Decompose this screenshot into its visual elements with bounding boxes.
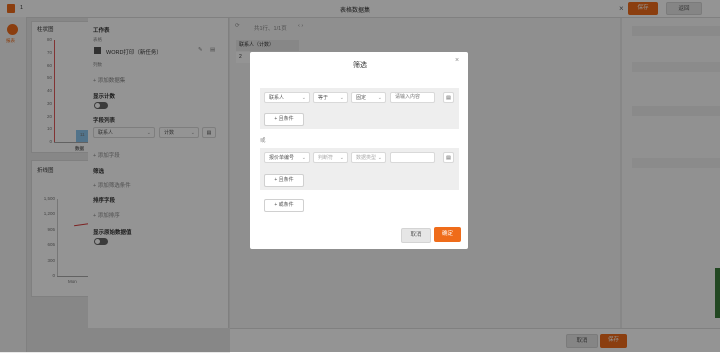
group2-op-select[interactable]: 判断符 ⌄	[313, 152, 348, 163]
group1-field-select[interactable]: 联系人 ⌄	[264, 92, 310, 103]
modal-title: 筛选	[353, 62, 367, 69]
group1-type-select[interactable]: 固定 ⌄	[351, 92, 386, 103]
group1-field-value: 联系人	[269, 95, 285, 101]
add-or-group-button[interactable]: + 或条件	[264, 199, 304, 212]
chevron-down-icon: ⌄	[339, 95, 344, 101]
group2-op-value: 判断符	[318, 155, 334, 161]
group1-add-condition-label: 且条件	[278, 116, 294, 122]
chevron-down-icon: ⌄	[301, 155, 306, 161]
modal-confirm-button[interactable]: 确定	[434, 227, 461, 242]
group1-op-select[interactable]: 等于 ⌄	[313, 92, 348, 103]
add-or-group-label: 或条件	[278, 202, 294, 208]
modal-close-icon[interactable]: ×	[455, 57, 459, 64]
group2-delete-button[interactable]: ▤	[443, 152, 454, 163]
group2-field-value: 报价单编号	[269, 155, 295, 161]
chevron-down-icon: ⌄	[339, 155, 344, 161]
or-label: 或	[260, 138, 266, 144]
group2-add-condition-label: 且条件	[278, 177, 294, 183]
group2-type-select[interactable]: 数据类型 ⌄	[351, 152, 386, 163]
group2-value-input[interactable]	[390, 152, 435, 163]
condition-group-1: 联系人 ⌄ 等于 ⌄ 固定 ⌄ ▤ + 且条件	[260, 88, 459, 129]
condition-group-2: 报价单编号 ⌄ 判断符 ⌄ 数据类型 ⌄ ▤ + 且条件	[260, 148, 459, 190]
group2-field-select[interactable]: 报价单编号 ⌄	[264, 152, 310, 163]
group1-delete-button[interactable]: ▤	[443, 92, 454, 103]
group2-type-value: 数据类型	[356, 155, 377, 161]
filter-modal: 筛选 × 联系人⌄ 等于⌄ 固定⌄ ▤ + 且条件 或 报价单编号⌄ 判断符⌄ …	[250, 52, 468, 249]
group1-type-value: 固定	[356, 95, 367, 101]
group1-add-condition-button[interactable]: + 且条件	[264, 113, 304, 126]
chevron-down-icon: ⌄	[301, 95, 306, 101]
chevron-down-icon: ⌄	[377, 95, 382, 101]
group1-value-input[interactable]	[390, 92, 435, 103]
chevron-down-icon: ⌄	[377, 155, 382, 161]
group2-add-condition-button[interactable]: + 且条件	[264, 174, 304, 187]
modal-cancel-button[interactable]: 取消	[401, 228, 431, 243]
group1-op-value: 等于	[318, 95, 329, 101]
